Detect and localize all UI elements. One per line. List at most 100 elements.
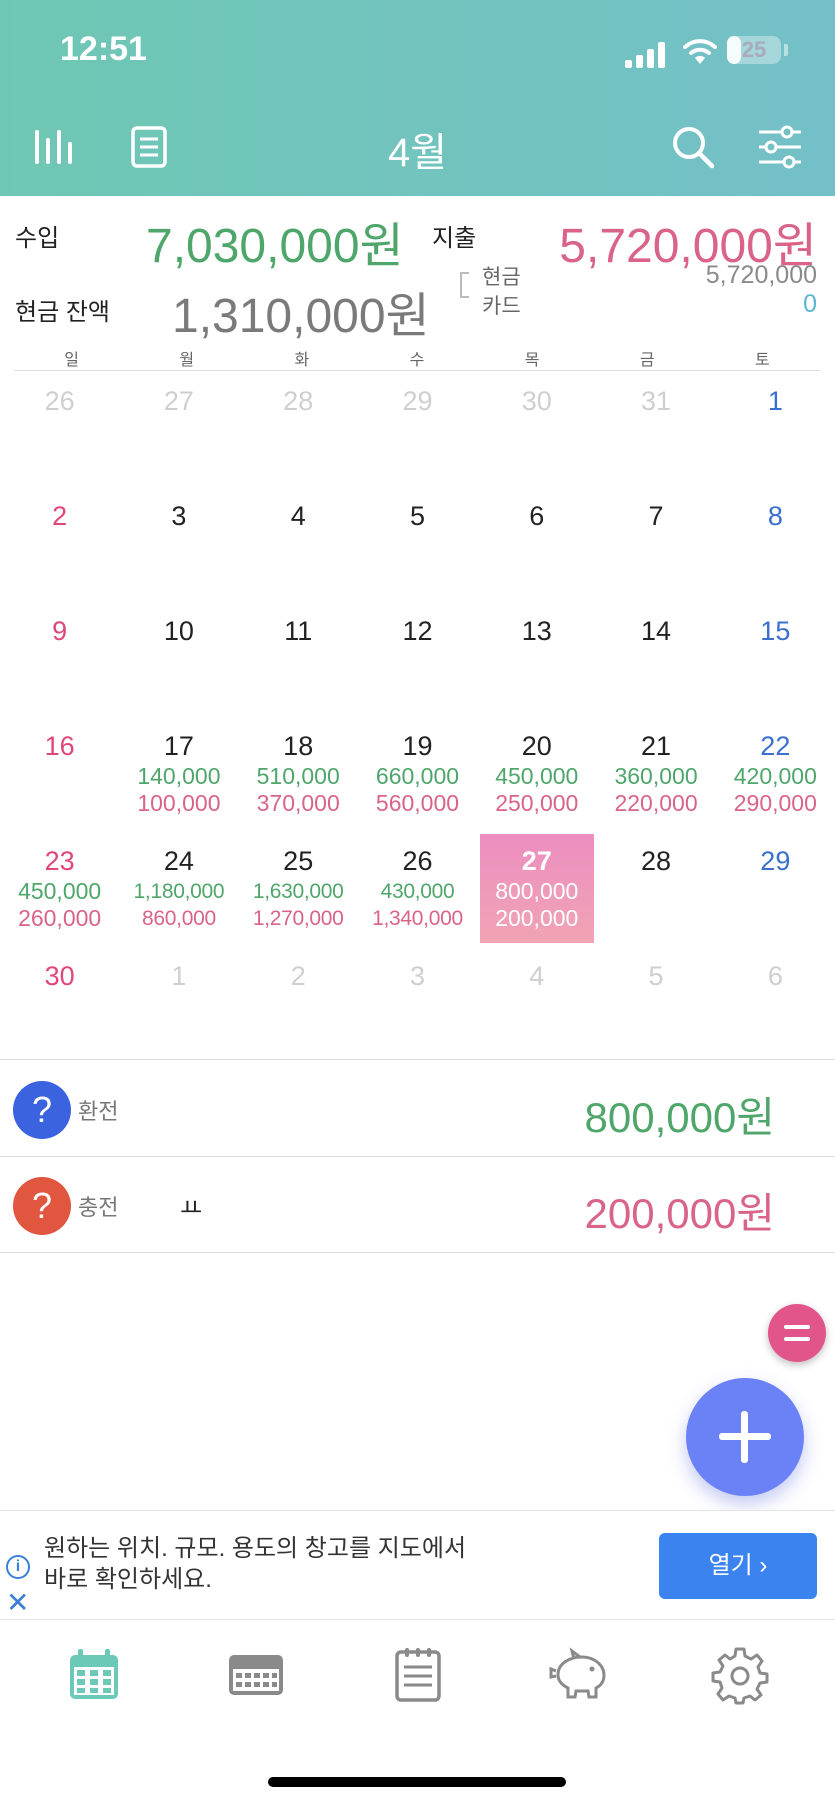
- calendar-day[interactable]: 17 140,000 100,000: [119, 717, 238, 832]
- calendar-day[interactable]: 3: [119, 487, 238, 602]
- calculator-button[interactable]: [768, 1304, 826, 1362]
- day-income: 420,000: [733, 763, 817, 789]
- day-income: 1,180,000: [133, 880, 225, 903]
- day-number: 27: [521, 846, 552, 876]
- day-expense: 220,000: [614, 790, 698, 816]
- calendar-day[interactable]: 29: [358, 372, 477, 487]
- settings-tab-icon[interactable]: [710, 1645, 770, 1705]
- day-number: 1: [767, 386, 783, 416]
- weekday-label: 화: [294, 352, 310, 369]
- calendar-day[interactable]: 15: [716, 602, 835, 717]
- calendar-day[interactable]: 28: [239, 372, 358, 487]
- day-number: 31: [641, 386, 672, 416]
- calendar-day[interactable]: 13: [477, 602, 596, 717]
- list-icon[interactable]: [127, 124, 173, 170]
- calendar-day[interactable]: 29: [716, 832, 835, 947]
- calendar-day[interactable]: 3: [358, 947, 477, 1062]
- calendar-day[interactable]: 2: [0, 487, 119, 602]
- day-number: 7: [648, 501, 664, 531]
- piggybank-tab-icon[interactable]: [548, 1645, 608, 1705]
- day-expense: 250,000: [495, 790, 579, 816]
- breakdown-bracket: [460, 272, 469, 298]
- calendar-day[interactable]: 16: [0, 717, 119, 832]
- calendar-day[interactable]: 10: [119, 602, 238, 717]
- calendar-day[interactable]: 28: [596, 832, 715, 947]
- notes-tab-icon[interactable]: [388, 1645, 448, 1705]
- calendar-day[interactable]: 1: [716, 372, 835, 487]
- weekday-label: 월: [179, 352, 195, 369]
- calendar-day[interactable]: 7: [596, 487, 715, 602]
- weekly-tab-icon[interactable]: [226, 1645, 286, 1705]
- calendar-day[interactable]: 18 510,000 370,000: [239, 717, 358, 832]
- calendar-day[interactable]: 6: [477, 487, 596, 602]
- ad-info-icon[interactable]: i: [6, 1555, 30, 1579]
- battery-icon: 25: [727, 36, 781, 64]
- calendar-day[interactable]: 20 450,000 250,000: [477, 717, 596, 832]
- calendar-day-today[interactable]: 27 800,000 200,000: [477, 832, 596, 947]
- cash-value: 5,720,000: [705, 261, 817, 289]
- calendar-day[interactable]: 2: [239, 947, 358, 1062]
- category-unknown-icon: ?: [13, 1177, 71, 1235]
- day-number: 4: [529, 961, 545, 991]
- status-time: 12:51: [60, 30, 147, 68]
- day-number: 5: [409, 501, 425, 531]
- transaction-amount: 800,000원: [584, 1094, 775, 1141]
- calendar-day[interactable]: 24 1,180,000 860,000: [119, 832, 238, 947]
- filter-icon[interactable]: [757, 124, 803, 170]
- transaction-amount: 200,000원: [584, 1190, 775, 1237]
- expense-label: 지출: [432, 225, 477, 252]
- calendar-day[interactable]: 22 420,000 290,000: [716, 717, 835, 832]
- calendar-day[interactable]: 26: [0, 372, 119, 487]
- calendar-day[interactable]: 5: [358, 487, 477, 602]
- calendar-day[interactable]: 31: [596, 372, 715, 487]
- calendar-day[interactable]: 23 450,000 260,000: [0, 832, 119, 947]
- day-number: 9: [52, 616, 68, 646]
- calendar-day[interactable]: 4: [239, 487, 358, 602]
- day-number: 28: [641, 846, 672, 876]
- weekday-header: 일월화수목금토: [14, 346, 820, 370]
- calendar-tab-icon[interactable]: [64, 1645, 124, 1705]
- calendar-day[interactable]: 12: [358, 602, 477, 717]
- calendar-day[interactable]: 30: [0, 947, 119, 1062]
- day-income: 140,000: [137, 763, 221, 789]
- calendar-day[interactable]: 1: [119, 947, 238, 1062]
- ad-open-button[interactable]: 열기 ›: [659, 1533, 817, 1599]
- calendar-day[interactable]: 30: [477, 372, 596, 487]
- calendar-day[interactable]: 25 1,630,000 1,270,000: [239, 832, 358, 947]
- day-number: 29: [402, 386, 433, 416]
- day-income: 660,000: [375, 763, 460, 789]
- balance-label: 현금 잔액: [15, 299, 110, 326]
- battery-level: 25: [741, 37, 767, 62]
- calendar-day[interactable]: 26 430,000 1,340,000: [358, 832, 477, 947]
- calendar-day[interactable]: 8: [716, 487, 835, 602]
- transaction-row[interactable]: ? 환전 800,000원: [0, 1060, 835, 1156]
- stats-icon[interactable]: [32, 124, 78, 170]
- calendar-day[interactable]: 5: [596, 947, 715, 1062]
- day-number: 8: [767, 501, 783, 531]
- ad-text-line: 바로 확인하세요.: [44, 1566, 212, 1593]
- day-number: 16: [44, 731, 75, 761]
- day-number: 6: [529, 501, 545, 531]
- day-expense: 1,340,000: [372, 907, 463, 930]
- calendar-day[interactable]: 6: [716, 947, 835, 1062]
- calendar-day[interactable]: 4: [477, 947, 596, 1062]
- day-expense: 1,270,000: [252, 907, 344, 930]
- day-expense: 290,000: [733, 790, 817, 816]
- ad-banner[interactable]: i ✕ 원하는 위치. 규모. 용도의 창고를 지도에서 바로 확인하세요. 열…: [0, 1510, 835, 1620]
- transaction-row[interactable]: ? 충전 ㅛ 200,000원: [0, 1156, 835, 1252]
- calendar-week: 9 10 11 12 13 14 15: [0, 602, 835, 717]
- calendar-day[interactable]: 21 360,000 220,000: [596, 717, 715, 832]
- add-transaction-button[interactable]: [686, 1378, 804, 1496]
- calendar-day[interactable]: 19 660,000 560,000: [358, 717, 477, 832]
- wifi-icon: [683, 39, 717, 64]
- search-icon[interactable]: [670, 124, 716, 170]
- balance-value: 1,310,000원: [172, 290, 430, 343]
- month-title[interactable]: 4월: [388, 131, 447, 175]
- calendar-day[interactable]: 14: [596, 602, 715, 717]
- weekday-label: 수: [409, 352, 425, 369]
- calendar-day[interactable]: 27: [119, 372, 238, 487]
- calendar-week: 26 27 28 29 30 31 1: [0, 372, 835, 487]
- calendar-day[interactable]: 9: [0, 602, 119, 717]
- ad-close-icon[interactable]: ✕: [6, 1589, 29, 1617]
- calendar-day[interactable]: 11: [239, 602, 358, 717]
